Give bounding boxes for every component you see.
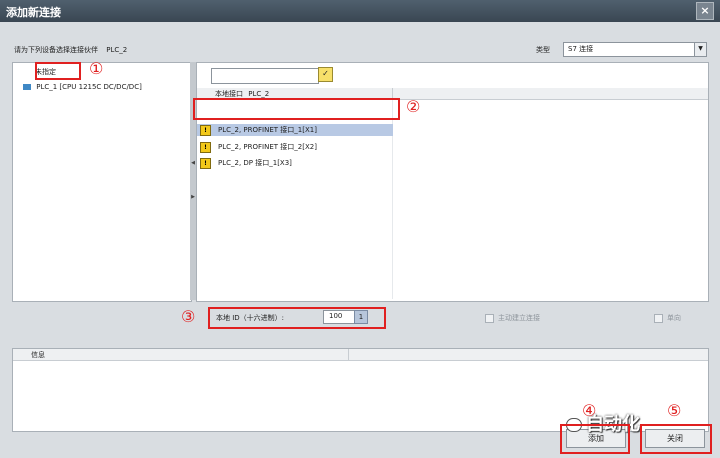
callout-box-1 xyxy=(35,62,81,80)
prompt-device: PLC_2 xyxy=(106,46,128,54)
add-connection-dialog: 请为下列设备选择连接伙伴 PLC_2 类型 S7 连接 ▼ 未指定 PLC_1 … xyxy=(0,22,720,458)
connection-partner-prompt: 请为下列设备选择连接伙伴 PLC_2 xyxy=(14,45,127,55)
tree-item-plc1[interactable]: PLC_1 [CPU 1215C DC/DC/DC] xyxy=(23,83,142,91)
callout-box-5 xyxy=(640,424,712,454)
warning-icon: ! xyxy=(200,142,211,153)
interface-label: PLC_2, PROFINET 接口_1[X1] xyxy=(218,126,317,134)
callout-box-2 xyxy=(193,98,400,120)
info-header-label: 信息 xyxy=(31,351,45,359)
callout-number-4: ④ xyxy=(582,401,597,420)
table-row[interactable]: ! PLC_2, PROFINET 接口_2[X2] xyxy=(197,141,393,153)
close-window-button[interactable]: × xyxy=(696,2,714,20)
local-interface-header: 本地接口 xyxy=(215,90,243,98)
prompt-text: 请为下列设备选择连接伙伴 xyxy=(14,46,98,54)
window-title: 添加新连接 xyxy=(6,6,61,19)
unilateral-checkbox[interactable]: 单向 xyxy=(654,313,681,323)
column-divider[interactable] xyxy=(348,349,349,360)
callout-box-3 xyxy=(208,307,386,329)
filter-icon[interactable]: ✓ xyxy=(318,67,333,82)
interface-label: PLC_2, DP 接口_1[X3] xyxy=(218,159,292,167)
connection-type-value: S7 连接 xyxy=(568,45,594,53)
callout-number-3: ③ xyxy=(181,307,196,326)
interface-label: PLC_2, PROFINET 接口_2[X2] xyxy=(218,143,317,151)
warning-icon: ! xyxy=(200,125,211,136)
partner-tree-panel: 未指定 PLC_1 [CPU 1215C DC/DC/DC] xyxy=(12,62,192,302)
callout-number-2: ② xyxy=(406,97,421,116)
auto-setup-label: 主动建立连接 xyxy=(498,314,540,322)
unilateral-label: 单向 xyxy=(667,314,681,322)
local-interface-device: PLC_2 xyxy=(248,90,270,98)
connection-type-select[interactable]: S7 连接 ▼ xyxy=(563,42,707,57)
checkbox-icon xyxy=(654,313,663,323)
type-label: 类型 xyxy=(536,46,550,54)
chevron-down-icon[interactable]: ▼ xyxy=(694,43,706,56)
table-row[interactable]: ! PLC_2, DP 接口_1[X3] xyxy=(197,157,393,169)
tree-item-label: PLC_1 [CPU 1215C DC/DC/DC] xyxy=(36,83,142,91)
auto-setup-checkbox[interactable]: 主动建立连接 xyxy=(485,313,540,323)
callout-number-5: ⑤ xyxy=(667,401,682,420)
callout-box-4 xyxy=(560,424,630,454)
warning-icon: ! xyxy=(200,158,211,169)
info-header: 信息 xyxy=(13,349,708,361)
checkbox-icon xyxy=(485,313,494,323)
interface-search-input[interactable] xyxy=(211,68,319,84)
callout-number-1: ① xyxy=(89,59,104,78)
window-titlebar: 添加新连接 × xyxy=(0,0,720,22)
table-row[interactable]: ! PLC_2, PROFINET 接口_1[X1] xyxy=(197,124,393,136)
plc-device-icon xyxy=(23,84,31,90)
